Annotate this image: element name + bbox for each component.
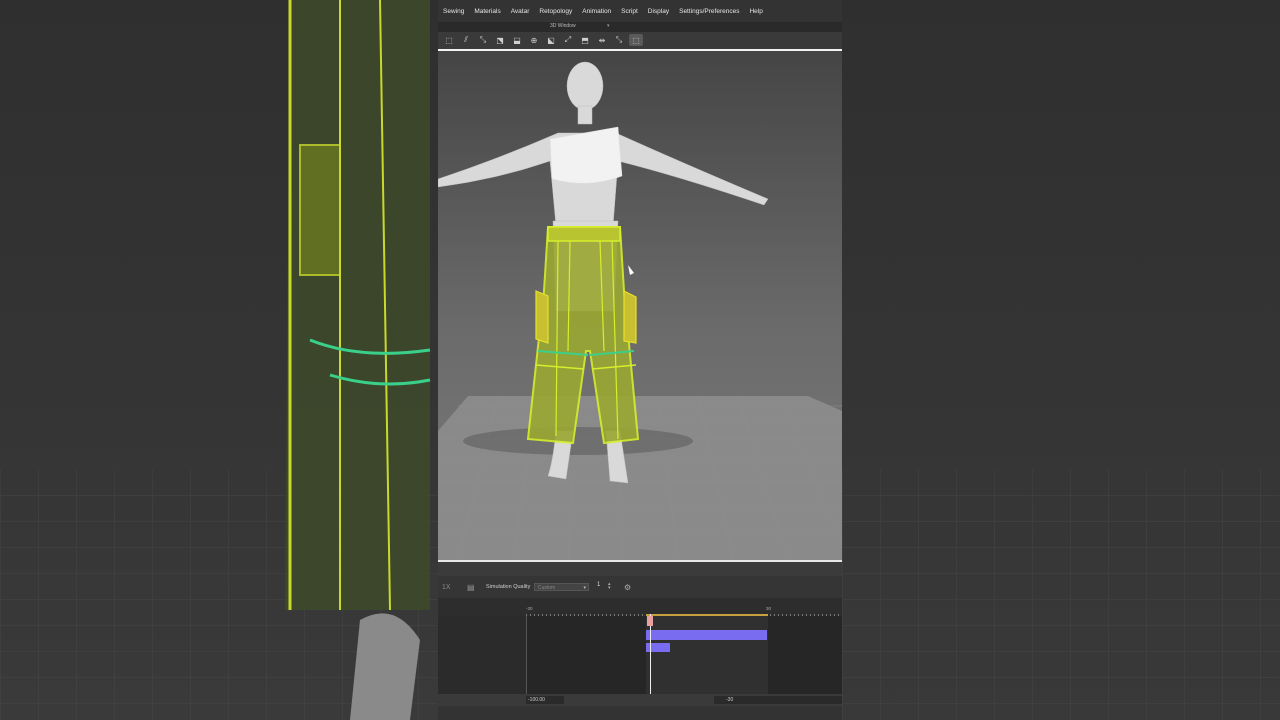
menu-sewing[interactable]: Sewing bbox=[438, 8, 469, 15]
menu-help[interactable]: Help bbox=[744, 8, 767, 15]
pin-tool-icon[interactable]: ⬓ bbox=[510, 34, 524, 46]
menu-retopology[interactable]: Retopology bbox=[534, 8, 577, 15]
timeline-range bbox=[646, 616, 768, 694]
menu-bar: Sewing Materials Avatar Retopology Anima… bbox=[438, 0, 842, 22]
background-left bbox=[0, 0, 438, 720]
background-right bbox=[842, 0, 1280, 720]
panel-footer bbox=[438, 706, 842, 720]
3d-viewport[interactable] bbox=[438, 51, 842, 560]
menu-display[interactable]: Display bbox=[643, 8, 674, 15]
menu-animation[interactable]: Animation bbox=[577, 8, 616, 15]
menu-materials[interactable]: Materials bbox=[469, 8, 505, 15]
background-figure-left bbox=[285, 0, 431, 720]
playhead-handle[interactable] bbox=[647, 616, 653, 626]
timeline-range-marker[interactable] bbox=[646, 614, 768, 616]
timeline-track-list bbox=[438, 616, 525, 694]
animation-clip-bar[interactable] bbox=[646, 630, 767, 640]
animation-controls: 1X ▤ Simulation Quality Custom ▾ 1 ▴ ▾ ⚙ bbox=[438, 576, 842, 598]
brush-tool-icon[interactable]: ⬒ bbox=[578, 34, 592, 46]
tab-3d-window[interactable]: 3D Window bbox=[550, 23, 576, 29]
simulation-steps-value[interactable]: 1 bbox=[597, 582, 600, 588]
viewport-scene bbox=[438, 61, 842, 560]
menu-settings[interactable]: Settings/Preferences bbox=[674, 8, 744, 15]
simulation-quality-value: Custom bbox=[538, 585, 556, 591]
viewport-toolbar: ⬚ ⫽ ⤡ ⬔ ⬓ ⊕ ⬕ ⤢ ⬒ ⇹ ⤡ ⬚ bbox=[438, 32, 842, 48]
menu-avatar[interactable]: Avatar bbox=[506, 8, 535, 15]
menu-script[interactable]: Script bbox=[616, 8, 643, 15]
simulation-quality-select[interactable]: Custom ▾ bbox=[534, 583, 589, 591]
arrange-tool-icon[interactable]: ⤡ bbox=[612, 34, 626, 46]
fold-tool-icon[interactable]: ⬔ bbox=[493, 34, 507, 46]
chevron-down-icon: ▾ bbox=[583, 585, 586, 591]
measure-tool-icon[interactable]: ⬕ bbox=[544, 34, 558, 46]
ruler-label-left: -30 bbox=[526, 606, 533, 611]
timeline-range-fields: -100.00 -30 bbox=[438, 694, 842, 706]
range-end-field[interactable]: -30 bbox=[714, 696, 842, 704]
tab-dropdown-icon[interactable]: ▾ bbox=[607, 23, 610, 29]
app-window: Sewing Materials Avatar Retopology Anima… bbox=[438, 0, 842, 720]
animation-panel: 1X ▤ Simulation Quality Custom ▾ 1 ▴ ▾ ⚙ … bbox=[438, 576, 842, 720]
playhead-line[interactable] bbox=[650, 614, 651, 694]
simulation-quality-label: Simulation Quality bbox=[486, 584, 531, 590]
select-tool-icon[interactable]: ⬚ bbox=[442, 34, 456, 46]
active-tool-icon[interactable]: ⬚ bbox=[629, 34, 643, 46]
tack-tool-icon[interactable]: ⊕ bbox=[527, 34, 541, 46]
range-start-field[interactable]: -100.00 bbox=[526, 696, 564, 704]
playback-speed[interactable]: 1X bbox=[442, 584, 451, 591]
floor-grid bbox=[438, 395, 842, 560]
stepper-arrows-icon[interactable]: ▴ ▾ bbox=[608, 582, 611, 591]
window-tab-bar: 3D Window ▾ bbox=[438, 22, 842, 32]
align-tool-icon[interactable]: ⇹ bbox=[595, 34, 609, 46]
avatar-shadow bbox=[463, 427, 693, 455]
transform-tool-icon[interactable]: ⤢ bbox=[561, 34, 575, 46]
select-mesh-tool-icon[interactable]: ⫽ bbox=[459, 34, 473, 46]
viewport-bottom-border bbox=[438, 560, 842, 562]
move-tool-icon[interactable]: ⤡ bbox=[476, 34, 490, 46]
settings-icon[interactable]: ⚙ bbox=[624, 583, 631, 592]
record-icon[interactable]: ▤ bbox=[467, 583, 475, 592]
mouse-cursor-icon bbox=[628, 265, 634, 275]
ruler-label-right: 30 bbox=[766, 606, 772, 611]
